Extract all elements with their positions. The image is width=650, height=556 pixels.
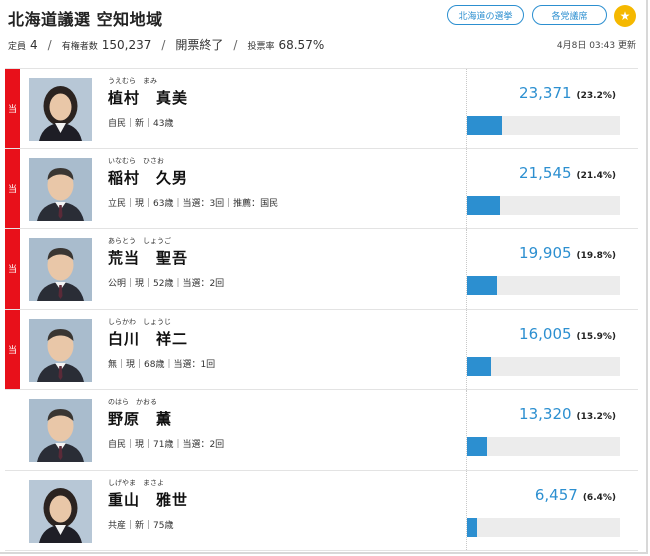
candidate-name: 荒当 聖吾 <box>108 249 189 267</box>
vote-percent: (19.8%) <box>576 251 616 261</box>
column-divider <box>466 470 467 550</box>
candidate-info: 自民｜現｜71歳｜当選：2回 <box>108 440 225 450</box>
updated-timestamp: 4月8日 03:43 更新 <box>556 41 636 51</box>
star-icon[interactable]: ★ <box>614 5 636 27</box>
candidate-photo <box>29 238 92 301</box>
vote-count: 21,545 <box>519 163 572 182</box>
count-status: 開票終了 <box>175 38 224 52</box>
vote-share-fill <box>467 517 477 537</box>
column-divider <box>466 148 467 228</box>
vote-percent: (15.9%) <box>576 331 616 342</box>
vote-share-bar <box>467 195 620 215</box>
vote-count: 16,005 <box>519 324 572 343</box>
vote-share-bar <box>467 517 620 537</box>
vote-share-fill <box>467 356 492 376</box>
candidate-info: 自民｜新｜43歳 <box>108 119 174 129</box>
candidate-name: 植村 真美 <box>108 89 189 107</box>
candidate-row[interactable]: 当 あらとう しょうご荒当 聖吾公明｜現｜52歳｜当選：2回 19,905 (19.8… <box>5 229 638 310</box>
vote-count-block: 13,320 (13.2%) <box>519 405 616 423</box>
vote-percent: (13.2%) <box>576 412 616 422</box>
vote-count: 6,457 <box>534 485 578 504</box>
vote-share-fill <box>467 437 488 456</box>
separator: / <box>47 38 52 52</box>
candidate-row[interactable]: しげやま まさよ重山 雅世共産｜新｜75歳 6,457 (6.4%) <box>5 470 638 551</box>
hokkaido-elections-button[interactable]: 北海道の選挙 <box>447 5 524 25</box>
elected-badge: 当 <box>5 69 20 148</box>
candidate-photo <box>29 157 92 221</box>
vote-percent: (23.2%) <box>576 91 616 101</box>
elected-badge: 当 <box>5 148 20 228</box>
turnout-label: 投票率 <box>247 42 275 52</box>
vote-share-bar <box>467 116 620 135</box>
candidate-info: 立民｜現｜63歳｜当選：3回｜推薦：国民 <box>108 198 279 209</box>
candidate-row[interactable]: のはら かおる野原 薫自民｜現｜71歳｜当選：2回 13,320 (13.2%) <box>5 390 638 471</box>
election-stats: 定員 4 / 有権者数 150,237 / 開票終了 / 投票率 68.57% <box>8 36 334 53</box>
vote-count-block: 21,545 (21.4%) <box>519 164 616 182</box>
candidate-row[interactable]: 当 しらかわ しょうじ白川 祥二無｜現｜68歳｜当選：1回 16,005 (15.9%… <box>5 309 638 390</box>
turnout-value: 68.57% <box>278 38 325 52</box>
vote-share-fill <box>467 116 503 135</box>
candidate-info: 公明｜現｜52歳｜当選：2回 <box>108 279 225 289</box>
name-reading: あらとう しょうご <box>108 237 171 245</box>
separator: / <box>161 38 166 52</box>
column-divider <box>466 309 467 389</box>
vote-percent: (6.4%) <box>582 492 616 503</box>
vote-share-fill <box>467 276 498 295</box>
seats-label: 定員 <box>8 42 27 52</box>
candidate-row[interactable]: 当 うえむら まみ植村 真美自民｜新｜43歳 23,371 (23.2%) <box>5 68 638 149</box>
party-seats-button[interactable]: 各党議席 <box>532 5 607 25</box>
vote-count: 13,320 <box>519 405 572 423</box>
vote-count: 19,905 <box>519 244 572 262</box>
vote-share-bar <box>467 276 620 295</box>
vote-count-block: 16,005 (15.9%) <box>519 325 616 343</box>
vote-percent: (21.4%) <box>576 170 616 181</box>
page-title: 北海道議選 空知地域 <box>8 10 163 29</box>
name-reading: のはら かおる <box>108 398 157 406</box>
candidate-row[interactable]: 当 いなむら ひさお稲村 久男立民｜現｜63歳｜当選：3回｜推薦：国民 21,545… <box>5 148 638 229</box>
vote-count-block: 23,371 (23.2%) <box>519 84 616 102</box>
vote-share-fill <box>467 195 500 215</box>
vote-count-block: 19,905 (19.8%) <box>519 244 616 262</box>
name-reading: うえむら まみ <box>108 77 157 85</box>
candidate-name: 野原 薫 <box>108 410 173 428</box>
vote-count: 23,371 <box>519 84 572 102</box>
column-divider <box>466 390 467 470</box>
candidate-info: 共産｜新｜75歳 <box>108 520 174 531</box>
separator: / <box>233 38 238 52</box>
voters-value: 150,237 <box>101 38 152 52</box>
column-divider <box>466 69 467 148</box>
candidate-name: 白川 祥二 <box>108 329 189 348</box>
seats-value: 4 <box>30 38 38 52</box>
elected-badge: 当 <box>5 229 20 309</box>
candidate-name: 稲村 久男 <box>108 168 189 187</box>
candidate-info: 無｜現｜68歳｜当選：1回 <box>108 359 216 370</box>
vote-count-block: 6,457 (6.4%) <box>535 486 616 504</box>
name-reading: しげやま まさよ <box>108 478 164 487</box>
candidate-photo <box>29 399 92 462</box>
column-divider <box>466 229 467 309</box>
vote-share-bar <box>467 356 620 376</box>
candidate-name: 重山 雅世 <box>108 490 189 509</box>
elected-badge: 当 <box>5 309 20 389</box>
candidate-photo <box>29 78 92 141</box>
name-reading: しらかわ しょうじ <box>108 317 171 326</box>
vote-share-bar <box>467 437 620 456</box>
candidate-photo <box>29 318 92 382</box>
candidate-photo <box>29 479 92 543</box>
name-reading: いなむら ひさお <box>108 156 164 165</box>
candidate-list: 当うえむら まみ 植村 真美 自民｜新｜43歳 23,371 (23.2%) 当いなむら … <box>5 68 638 551</box>
voters-label: 有権者数 <box>61 42 98 52</box>
